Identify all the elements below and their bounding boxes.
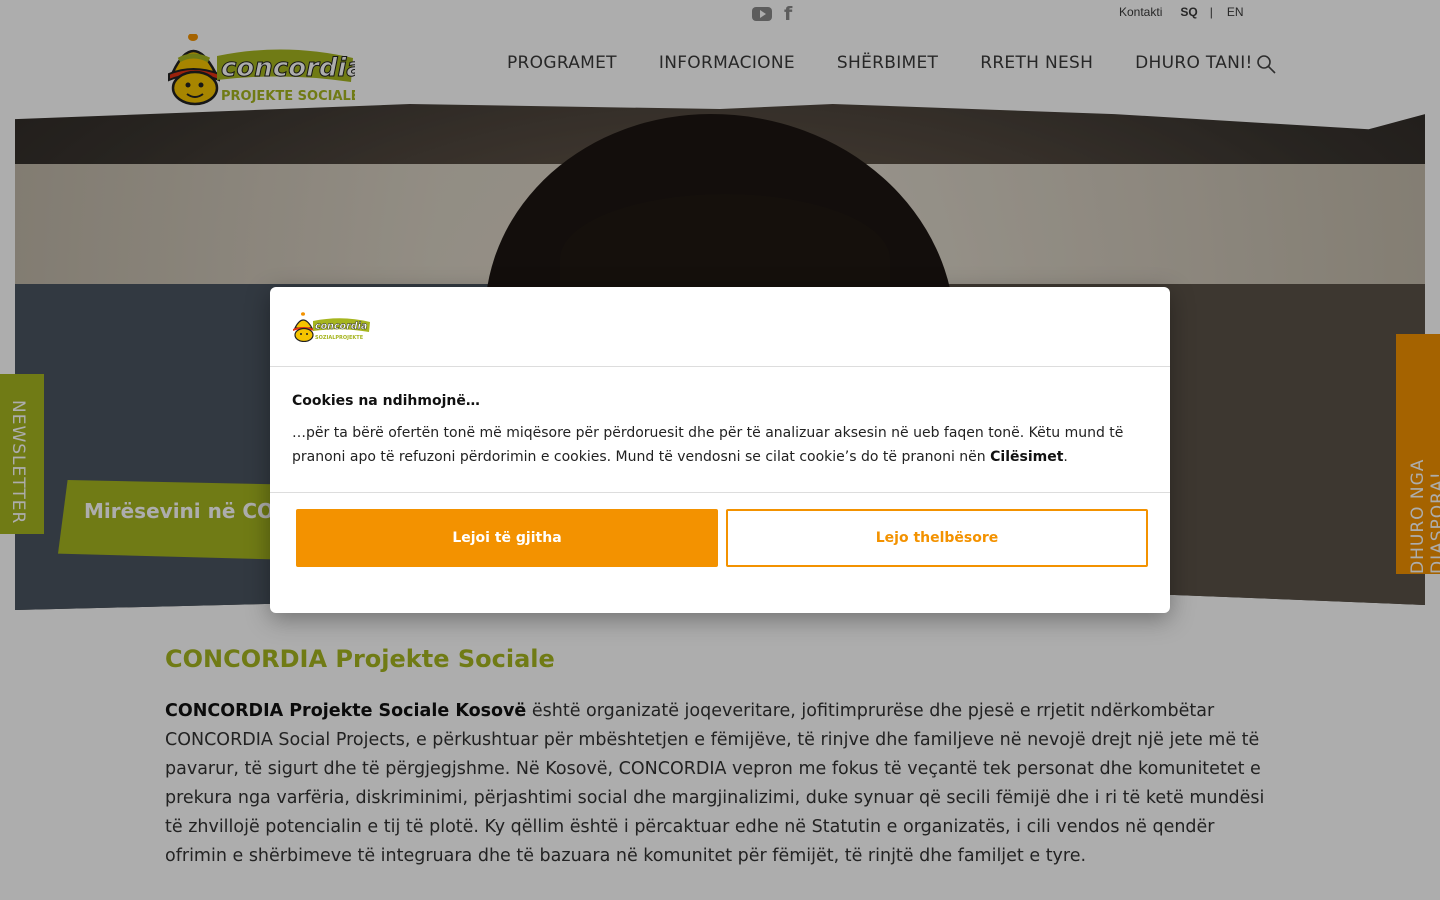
cookie-dialog-text-end: . [1063,449,1068,465]
dialog-logo-tagline: SOZIALPROJEKTE [315,335,364,341]
cookie-consent-dialog: concordia SOZIALPROJEKTE Cookies na ndih… [270,287,1170,613]
cookie-dialog-header: concordia SOZIALPROJEKTE [270,287,1170,367]
dialog-logo-wordmark: concordia [315,321,367,332]
cookie-dialog-text: …për ta bërë ofertën tonë më miqësore pë… [292,421,1148,469]
accept-all-cookies-button[interactable]: Lejoi të gjitha [296,509,718,567]
cookie-settings-link[interactable]: Cilësimet [990,449,1063,465]
accept-essential-cookies-button[interactable]: Lejo thelbësore [726,509,1148,567]
concordia-logo-small: concordia SOZIALPROJEKTE [293,312,370,342]
cookie-dialog-title: Cookies na ndihmojnë… [292,393,480,409]
cookie-dialog-actions: Lejoi të gjitha Lejo thelbësore [296,509,1148,567]
cookie-dialog-body: Cookies na ndihmojnë… …për ta bërë ofert… [270,367,1170,493]
